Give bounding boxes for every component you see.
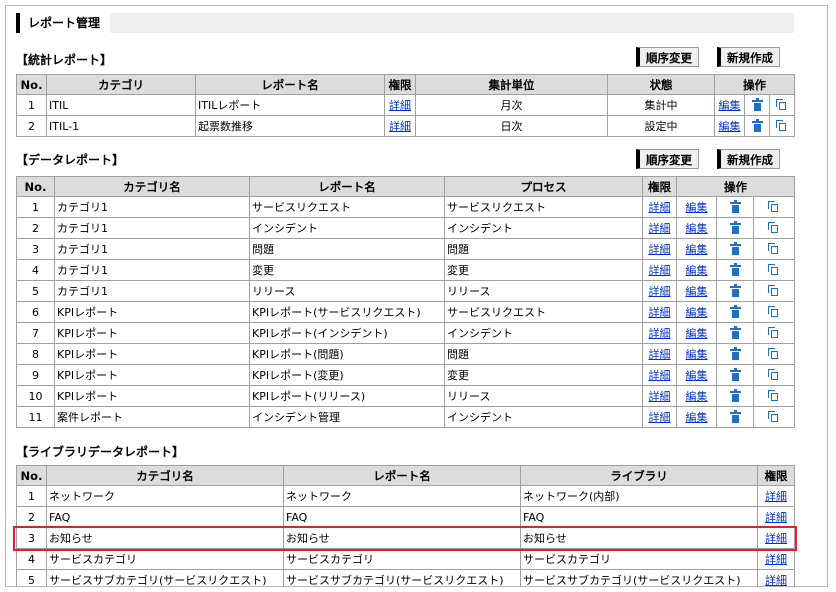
row-number: 3 <box>16 527 47 549</box>
row-number: 5 <box>16 569 47 587</box>
col-permission: 権限 <box>757 465 795 486</box>
row-number: 4 <box>16 548 47 570</box>
table-row: 2 FAQ FAQ FAQ 詳細 <box>16 506 795 528</box>
col-report-name: レポート名 <box>283 465 521 486</box>
table-row: 3 お知らせ お知らせ お知らせ 詳細 <box>16 527 795 549</box>
row-number: 2 <box>16 506 47 528</box>
permission-detail-link[interactable]: 詳細 <box>765 553 787 566</box>
permission-detail-link[interactable]: 詳細 <box>765 532 787 545</box>
category-cell: サービスサブカテゴリ(サービスリクエスト) <box>46 569 284 587</box>
col-library: ライブラリ <box>520 465 758 486</box>
category-cell: お知らせ <box>46 527 284 549</box>
report-name-cell: サービスカテゴリ <box>283 548 521 570</box>
col-no: No. <box>16 465 47 486</box>
report-name-cell: ネットワーク <box>283 485 521 507</box>
library-cell: FAQ <box>520 506 758 528</box>
permission-detail-link[interactable]: 詳細 <box>765 574 787 587</box>
permission-detail-link-cell: 詳細 <box>757 527 795 549</box>
library-cell: サービスカテゴリ <box>520 548 758 570</box>
report-name-cell: サービスサブカテゴリ(サービスリクエスト) <box>283 569 521 587</box>
table-row: 4 サービスカテゴリ サービスカテゴリ サービスカテゴリ 詳細 <box>16 548 795 570</box>
col-category-name: カテゴリ名 <box>46 465 284 486</box>
table-header-row: No. カテゴリ名 レポート名 ライブラリ 権限 <box>16 465 795 486</box>
permission-detail-link[interactable]: 詳細 <box>765 511 787 524</box>
category-cell: FAQ <box>46 506 284 528</box>
permission-detail-link-cell: 詳細 <box>757 569 795 587</box>
permission-detail-link-cell: 詳細 <box>757 506 795 528</box>
library-cell: お知らせ <box>520 527 758 549</box>
library-clip: No. カテゴリ名 レポート名 ライブラリ 権限 1 ネットワーク ネットワーク ネットワーク… <box>0 0 836 587</box>
library-cell: ネットワーク(内部) <box>520 485 758 507</box>
row-number: 1 <box>16 485 47 507</box>
report-name-cell: FAQ <box>283 506 521 528</box>
table-row: 5 サービスサブカテゴリ(サービスリクエスト) サービスサブカテゴリ(サービスリクエ… <box>16 569 795 587</box>
table-row: 1 ネットワーク ネットワーク ネットワーク(内部) 詳細 <box>16 485 795 507</box>
permission-detail-link-cell: 詳細 <box>757 548 795 570</box>
library-report-table: No. カテゴリ名 レポート名 ライブラリ 権限 1 ネットワーク ネットワーク ネットワーク… <box>16 465 795 587</box>
library-cell: サービスサブカテゴリ(サービスリクエスト) <box>520 569 758 587</box>
report-name-cell: お知らせ <box>283 527 521 549</box>
permission-detail-link-cell: 詳細 <box>757 485 795 507</box>
category-cell: ネットワーク <box>46 485 284 507</box>
permission-detail-link[interactable]: 詳細 <box>765 490 787 503</box>
category-cell: サービスカテゴリ <box>46 548 284 570</box>
